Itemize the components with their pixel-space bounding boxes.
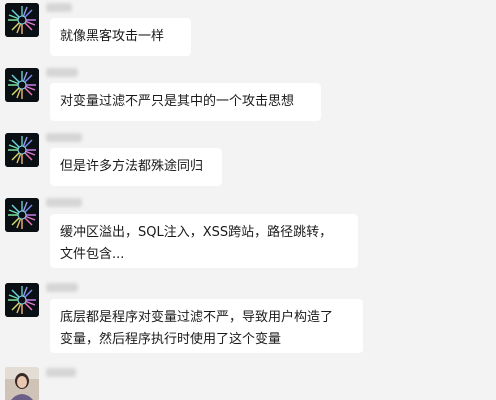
user-avatar-icon[interactable] bbox=[5, 3, 39, 37]
message-text-line: 变量，然后程序执行时使用了这个变量 bbox=[60, 332, 282, 347]
sender-name bbox=[46, 368, 76, 377]
message-bubble[interactable]: 对变量过滤不严只是其中的一个攻击思想 bbox=[50, 83, 321, 121]
sender-name bbox=[46, 133, 82, 142]
message-bubble[interactable]: 缓冲区溢出，SQL注入，XSS跨站，路径跳转， 文件包含... bbox=[50, 214, 358, 268]
user-avatar-icon[interactable] bbox=[5, 133, 39, 167]
message-text-line: 底层都是程序对变量过滤不严，导致用户构造了 bbox=[60, 310, 334, 325]
message-bubble[interactable]: 底层都是程序对变量过滤不严，导致用户构造了 变量，然后程序执行时使用了这个变量 bbox=[50, 299, 363, 353]
sender-name bbox=[46, 198, 82, 207]
message-text-line: 文件包含... bbox=[60, 247, 125, 262]
chat-history: 就像黑客攻击一样 对变量过滤不严只是其中的一个攻击思想 但是许多方法都殊途同归 … bbox=[0, 0, 496, 400]
user-avatar-icon[interactable] bbox=[5, 283, 39, 317]
person-photo-avatar-icon[interactable] bbox=[5, 367, 39, 400]
message-text: 对变量过滤不严只是其中的一个攻击思想 bbox=[60, 94, 295, 109]
user-avatar-icon[interactable] bbox=[5, 68, 39, 102]
sender-name bbox=[46, 283, 78, 292]
message-text: 但是许多方法都殊途同归 bbox=[60, 159, 204, 174]
message-bubble[interactable]: 就像黑客攻击一样 bbox=[50, 18, 191, 56]
message-text: 就像黑客攻击一样 bbox=[60, 29, 165, 44]
message-text-line: 缓冲区溢出，SQL注入，XSS跨站，路径跳转， bbox=[60, 225, 333, 240]
user-avatar-icon[interactable] bbox=[5, 198, 39, 232]
sender-name bbox=[46, 68, 78, 77]
message-bubble[interactable]: 但是许多方法都殊途同归 bbox=[50, 148, 222, 186]
sender-name bbox=[46, 3, 72, 12]
